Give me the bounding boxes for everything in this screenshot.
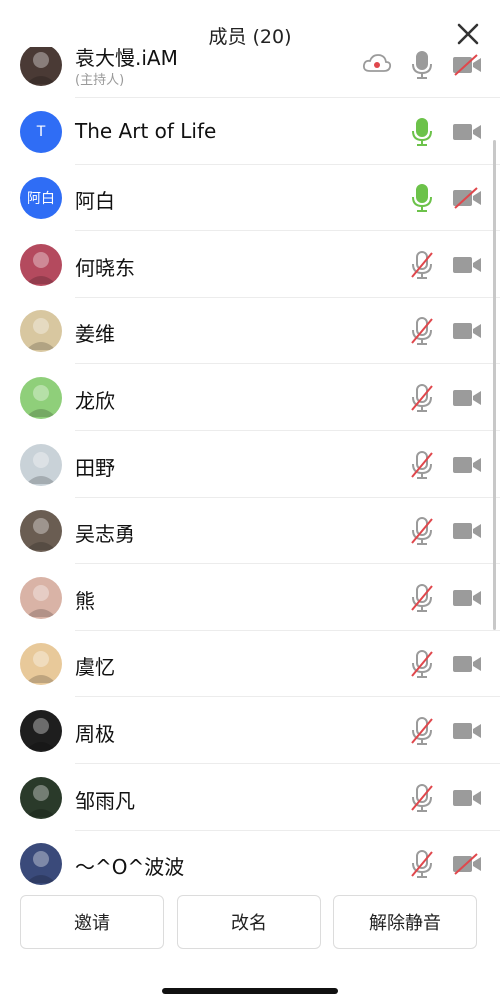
avatar: [20, 377, 62, 419]
member-name: 熊: [75, 588, 95, 613]
camera-icon[interactable]: [452, 587, 482, 613]
home-indicator: [162, 988, 338, 994]
camera-off-icon[interactable]: [452, 54, 482, 80]
cloud-record-icon: [362, 52, 392, 78]
avatar: T: [20, 110, 62, 153]
page-title: 成员 (20): [208, 26, 292, 48]
member-name: The Art of Life: [75, 118, 217, 143]
camera-icon[interactable]: [452, 121, 482, 147]
member-list[interactable]: 袁大慢.iAM (主持人) T The Art of Life 阿白 阿白 何晓东 姜…: [0, 47, 500, 887]
camera-icon[interactable]: [452, 254, 482, 280]
member-name: 阿白: [75, 189, 115, 214]
avatar: [20, 576, 62, 619]
microphone-muted-icon[interactable]: [409, 450, 435, 484]
invite-button[interactable]: 邀请: [20, 895, 164, 949]
microphone-muted-icon[interactable]: [409, 250, 435, 284]
member-name: 邹雨凡: [75, 788, 135, 813]
close-icon[interactable]: [454, 20, 482, 48]
member-row[interactable]: 吴志勇: [0, 498, 500, 565]
member-row[interactable]: 何晓东: [0, 232, 500, 298]
microphone-muted-icon[interactable]: [409, 316, 435, 350]
camera-icon[interactable]: [452, 387, 482, 413]
avatar: 阿白: [20, 177, 62, 220]
rename-button[interactable]: 改名: [177, 895, 321, 949]
avatar: [20, 243, 62, 286]
camera-icon[interactable]: [452, 653, 482, 679]
member-row[interactable]: 邹雨凡: [0, 765, 500, 831]
avatar: [20, 843, 62, 886]
member-name: 虞忆: [75, 655, 115, 680]
member-row[interactable]: 田野: [0, 432, 500, 498]
microphone-icon[interactable]: [409, 183, 435, 217]
microphone-muted-icon[interactable]: [409, 649, 435, 683]
member-name: 吴志勇: [75, 522, 135, 547]
member-row[interactable]: 阿白 阿白: [0, 165, 500, 232]
member-row[interactable]: 姜维: [0, 298, 500, 365]
camera-icon[interactable]: [452, 320, 482, 346]
microphone-icon[interactable]: [409, 50, 435, 84]
member-name: 田野: [75, 455, 115, 480]
avatar: [20, 510, 62, 553]
camera-icon[interactable]: [452, 720, 482, 746]
member-row[interactable]: 虞忆: [0, 631, 500, 698]
avatar: [20, 443, 62, 486]
camera-off-icon[interactable]: [452, 187, 482, 213]
camera-off-icon[interactable]: [452, 853, 482, 879]
microphone-muted-icon[interactable]: [409, 383, 435, 417]
member-row[interactable]: 熊: [0, 565, 500, 631]
host-label: (主持人): [75, 73, 125, 88]
camera-icon[interactable]: [452, 787, 482, 813]
member-name: 姜维: [75, 322, 115, 347]
member-name: 何晓东: [75, 255, 135, 280]
member-row[interactable]: T The Art of Life: [0, 99, 500, 165]
member-name: 龙欣: [75, 389, 115, 413]
microphone-icon[interactable]: [409, 117, 435, 151]
member-row[interactable]: ～^O^波波: [0, 831, 500, 887]
member-row[interactable]: 袁大慢.iAM (主持人): [0, 47, 500, 98]
camera-icon[interactable]: [452, 454, 482, 480]
member-name: 袁大慢.iAM: [75, 47, 178, 70]
member-name: ～^O^波波: [75, 855, 185, 880]
microphone-muted-icon[interactable]: [409, 516, 435, 550]
scrollbar[interactable]: [493, 140, 496, 630]
microphone-muted-icon[interactable]: [409, 716, 435, 750]
action-bar: 邀请 改名 解除静音: [0, 885, 500, 1005]
microphone-muted-icon[interactable]: [409, 849, 435, 883]
microphone-muted-icon[interactable]: [409, 583, 435, 617]
member-row[interactable]: 周极: [0, 698, 500, 764]
avatar: [20, 776, 62, 819]
avatar: [20, 643, 62, 686]
avatar: [20, 310, 62, 353]
microphone-muted-icon[interactable]: [409, 783, 435, 817]
member-row[interactable]: 龙欣: [0, 365, 500, 431]
avatar: [20, 47, 62, 86]
member-name: 周极: [75, 722, 115, 746]
camera-icon[interactable]: [452, 520, 482, 546]
unmute-all-button[interactable]: 解除静音: [333, 895, 477, 949]
avatar: [20, 710, 62, 752]
